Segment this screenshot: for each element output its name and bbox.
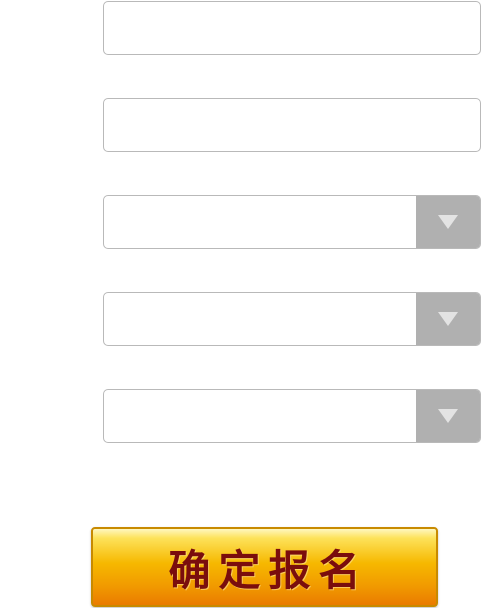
confirm-registration-label: 确定报名 xyxy=(168,545,369,595)
select-field-2[interactable] xyxy=(103,292,481,346)
chevron-down-icon xyxy=(438,312,458,326)
select-value-2 xyxy=(116,293,410,345)
select-field-3[interactable] xyxy=(103,389,481,443)
dropdown-toggle-3[interactable] xyxy=(416,390,480,442)
text-field-2[interactable] xyxy=(103,98,481,152)
chevron-down-icon xyxy=(438,409,458,423)
text-input-1[interactable] xyxy=(104,2,480,54)
select-value-1 xyxy=(116,196,410,248)
select-value-3 xyxy=(116,390,410,442)
chevron-down-icon xyxy=(438,215,458,229)
dropdown-toggle-1[interactable] xyxy=(416,196,480,248)
confirm-registration-button[interactable]: 确定报名 xyxy=(91,527,438,607)
text-field-1[interactable] xyxy=(103,1,481,55)
select-field-1[interactable] xyxy=(103,195,481,249)
text-input-2[interactable] xyxy=(104,99,480,151)
dropdown-toggle-2[interactable] xyxy=(416,293,480,345)
registration-form: 确定报名 xyxy=(0,0,483,608)
